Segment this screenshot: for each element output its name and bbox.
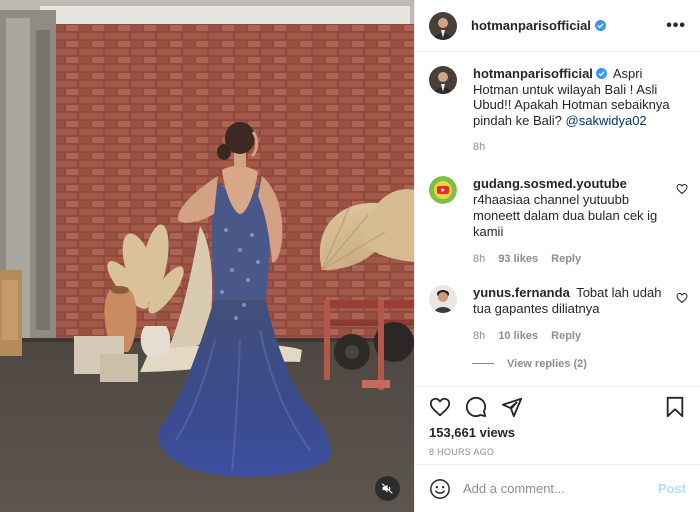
comment-likes[interactable]: 93 likes: [498, 253, 538, 265]
comment-likes[interactable]: 10 likes: [498, 330, 538, 342]
author-avatar[interactable]: [429, 11, 457, 40]
action-icons: [429, 396, 686, 418]
muted-speaker-icon: [381, 483, 393, 494]
comment-item: yunus.fernanda Tobat lah udah tua gapant…: [429, 284, 688, 344]
replies-divider: [472, 363, 494, 364]
share-icon[interactable]: [501, 396, 523, 418]
caption-row: hotmanparisofficial Aspri Hotman untuk w…: [429, 66, 686, 156]
comment-username[interactable]: yunus.fernanda: [473, 285, 570, 300]
caption-username[interactable]: hotmanparisofficial: [473, 66, 593, 81]
bookmark-icon[interactable]: [664, 396, 686, 418]
post-header: hotmanparisofficial •••: [415, 0, 700, 52]
author-avatar[interactable]: [429, 66, 457, 94]
view-replies-label: View replies (2): [507, 357, 587, 370]
post-actions: 153,661 views 8 HOURS AGO: [415, 386, 700, 457]
comment-username[interactable]: gudang.sosmed.youtube: [473, 176, 627, 191]
view-count[interactable]: 153,661 views: [429, 425, 686, 440]
avatar-image: [429, 11, 457, 40]
avatar-image: [429, 284, 457, 313]
avatar-image: [429, 175, 457, 204]
caption-mention-link[interactable]: @sakwidya02: [566, 113, 647, 128]
avatar-image: [429, 66, 457, 94]
caption-time[interactable]: 8h: [473, 141, 485, 153]
comments-list[interactable]: hotmanparisofficial Aspri Hotman untuk w…: [415, 66, 700, 384]
reply-button[interactable]: Reply: [551, 330, 581, 342]
post-media[interactable]: [0, 0, 414, 512]
post-photo: [0, 0, 414, 512]
more-options-icon[interactable]: •••: [666, 17, 686, 35]
heart-icon[interactable]: [429, 396, 451, 418]
author-username[interactable]: hotmanparisofficial: [471, 18, 591, 33]
verified-badge-icon: [595, 68, 607, 79]
comment-item: gudang.sosmed.youtube r4haasiaa channel …: [429, 175, 688, 267]
emoji-icon[interactable]: [429, 478, 451, 500]
commenter-avatar[interactable]: [429, 175, 457, 204]
comment-text: r4haasiaa channel yutuubb moneett dalam …: [473, 191, 658, 239]
post-comment-button[interactable]: Post: [658, 481, 686, 496]
comment-time[interactable]: 8h: [473, 330, 485, 342]
post-sidebar: hotmanparisofficial ••• hotmanparisoffic…: [414, 0, 700, 512]
comment-icon[interactable]: [465, 396, 487, 418]
reply-button[interactable]: Reply: [551, 253, 581, 265]
add-comment-bar: Post: [415, 464, 700, 512]
instagram-post-modal: hotmanparisofficial ••• hotmanparisoffic…: [0, 0, 700, 512]
commenter-avatar[interactable]: [429, 284, 457, 313]
view-replies-button[interactable]: View replies (2): [472, 358, 686, 370]
post-date[interactable]: 8 HOURS AGO: [429, 447, 686, 457]
like-comment-heart-icon[interactable]: [676, 183, 688, 195]
comment-input[interactable]: [463, 481, 658, 496]
comment-time[interactable]: 8h: [473, 253, 485, 265]
verified-badge-icon: [594, 20, 606, 31]
like-comment-heart-icon[interactable]: [676, 292, 688, 304]
mute-button[interactable]: [375, 476, 400, 501]
